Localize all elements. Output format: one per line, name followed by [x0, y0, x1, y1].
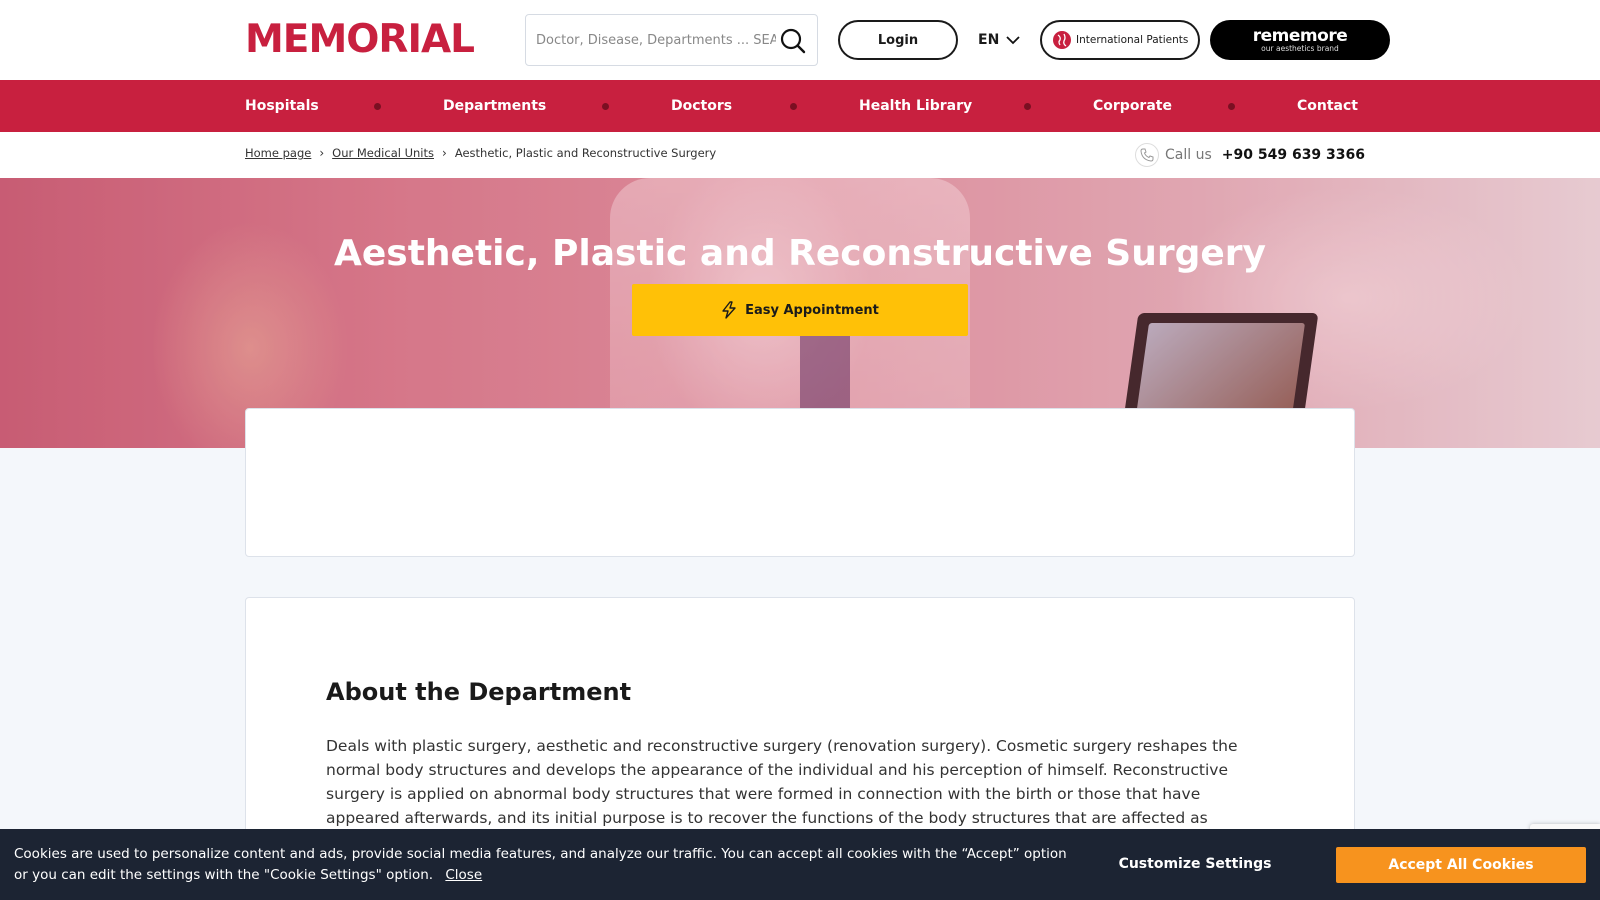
cookie-text: Cookies are used to personalize content … — [14, 846, 1067, 883]
call-us-label: Call us — [1165, 147, 1212, 163]
login-button[interactable]: Login — [838, 20, 958, 60]
nav-separator — [1228, 103, 1235, 110]
search-icon[interactable] — [779, 27, 807, 55]
search-input[interactable] — [536, 29, 776, 51]
breadcrumb: Home page › Our Medical Units › Aestheti… — [245, 146, 716, 160]
rememore-title: rememore — [1252, 25, 1348, 46]
easy-appointment-label: Easy Appointment — [745, 302, 879, 318]
phone-icon — [1135, 143, 1159, 167]
breadcrumb-medical-units[interactable]: Our Medical Units — [332, 146, 434, 160]
nav-separator — [790, 103, 797, 110]
nav-item-health-library[interactable]: Health Library — [859, 80, 972, 132]
chevron-right-icon: › — [442, 146, 447, 160]
nav-separator — [1024, 103, 1031, 110]
lightning-icon — [722, 301, 736, 319]
nav-item-contact[interactable]: Contact — [1297, 80, 1358, 132]
search-box — [525, 14, 818, 66]
nav-item-departments[interactable]: Departments — [443, 80, 546, 132]
nav-separator — [602, 103, 609, 110]
nav-item-doctors[interactable]: Doctors — [671, 80, 732, 132]
breadcrumb-home[interactable]: Home page — [245, 146, 311, 160]
phone-number[interactable]: +90 549 639 3366 — [1222, 147, 1365, 163]
breadcrumb-current: Aesthetic, Plastic and Reconstructive Su… — [454, 146, 717, 160]
easy-appointment-button[interactable]: Easy Appointment — [632, 284, 968, 336]
cookie-message: Cookies are used to personalize content … — [14, 844, 1074, 886]
language-label: EN — [978, 32, 1000, 48]
language-selector[interactable]: EN — [978, 28, 1021, 52]
international-patients-label: International Patients — [1076, 34, 1189, 46]
main-nav: Hospitals Departments Doctors Health Lib… — [0, 80, 1600, 132]
breadcrumb-bar: Home page › Our Medical Units › Aestheti… — [0, 132, 1600, 178]
cookie-banner: Cookies are used to personalize content … — [0, 829, 1600, 900]
call-us[interactable]: Call us +90 549 639 3366 — [1135, 142, 1365, 168]
memorial-logo[interactable]: MEMORIAL — [245, 18, 475, 62]
chevron-down-icon — [1006, 36, 1020, 45]
nav-item-corporate[interactable]: Corporate — [1093, 80, 1172, 132]
content-card-empty — [245, 408, 1355, 557]
about-title: About the Department — [326, 678, 632, 706]
nav-separator — [374, 103, 381, 110]
rememore-button[interactable]: rememore our aesthetics brand — [1210, 20, 1390, 60]
cookie-close-link[interactable]: Close — [445, 867, 482, 883]
globe-icon — [1053, 31, 1071, 49]
site-header: MEMORIAL Login EN International Patients… — [0, 0, 1600, 80]
about-text: Deals with plastic surgery, aesthetic an… — [326, 737, 1238, 827]
nav-item-hospitals[interactable]: Hospitals — [245, 80, 319, 132]
page-title: Aesthetic, Plastic and Reconstructive Su… — [333, 233, 1267, 274]
accept-cookies-button[interactable]: Accept All Cookies — [1336, 847, 1586, 883]
chevron-right-icon: › — [319, 146, 325, 160]
international-patients-button[interactable]: International Patients — [1040, 20, 1200, 60]
rememore-subtitle: our aesthetics brand — [1261, 43, 1339, 53]
customize-settings-button[interactable]: Customize Settings — [1110, 846, 1280, 882]
